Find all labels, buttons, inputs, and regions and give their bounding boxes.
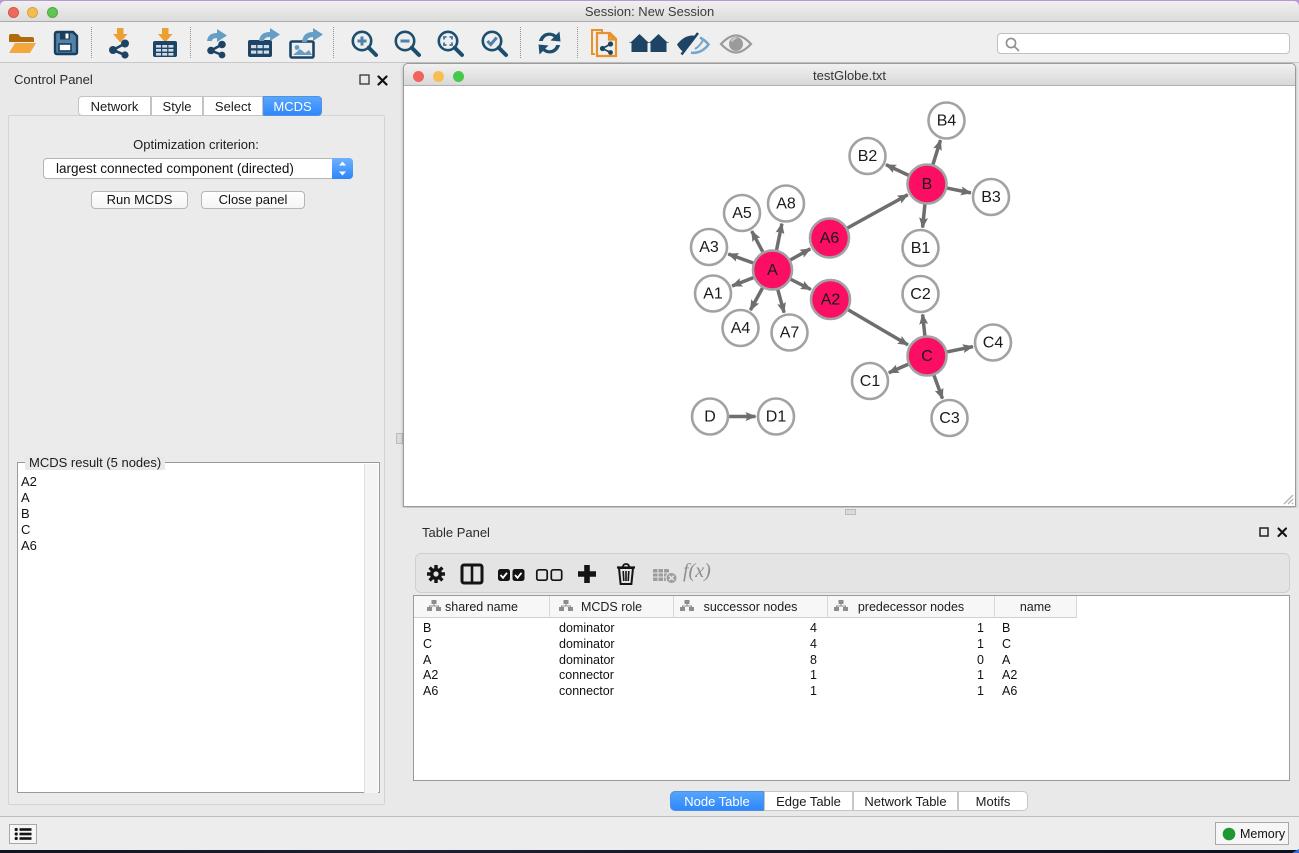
svg-text:C: C xyxy=(921,348,933,365)
svg-text:B3: B3 xyxy=(981,189,1001,206)
svg-text:B4: B4 xyxy=(937,113,957,130)
svg-text:A: A xyxy=(767,262,778,279)
svg-text:A6: A6 xyxy=(820,230,840,247)
svg-text:A1: A1 xyxy=(703,286,723,303)
svg-text:C3: C3 xyxy=(939,410,960,427)
svg-text:A2: A2 xyxy=(821,292,841,309)
svg-text:B: B xyxy=(922,176,933,193)
svg-text:C2: C2 xyxy=(910,286,931,303)
svg-text:B2: B2 xyxy=(858,148,878,165)
svg-text:A4: A4 xyxy=(731,320,751,337)
svg-text:C1: C1 xyxy=(860,373,881,390)
svg-text:A5: A5 xyxy=(732,205,752,222)
svg-text:D: D xyxy=(704,409,716,426)
svg-text:A7: A7 xyxy=(780,325,800,342)
svg-text:A8: A8 xyxy=(776,196,796,213)
svg-text:C4: C4 xyxy=(983,335,1004,352)
svg-text:A3: A3 xyxy=(699,239,719,256)
svg-text:B1: B1 xyxy=(911,240,931,257)
svg-text:D1: D1 xyxy=(766,409,787,426)
